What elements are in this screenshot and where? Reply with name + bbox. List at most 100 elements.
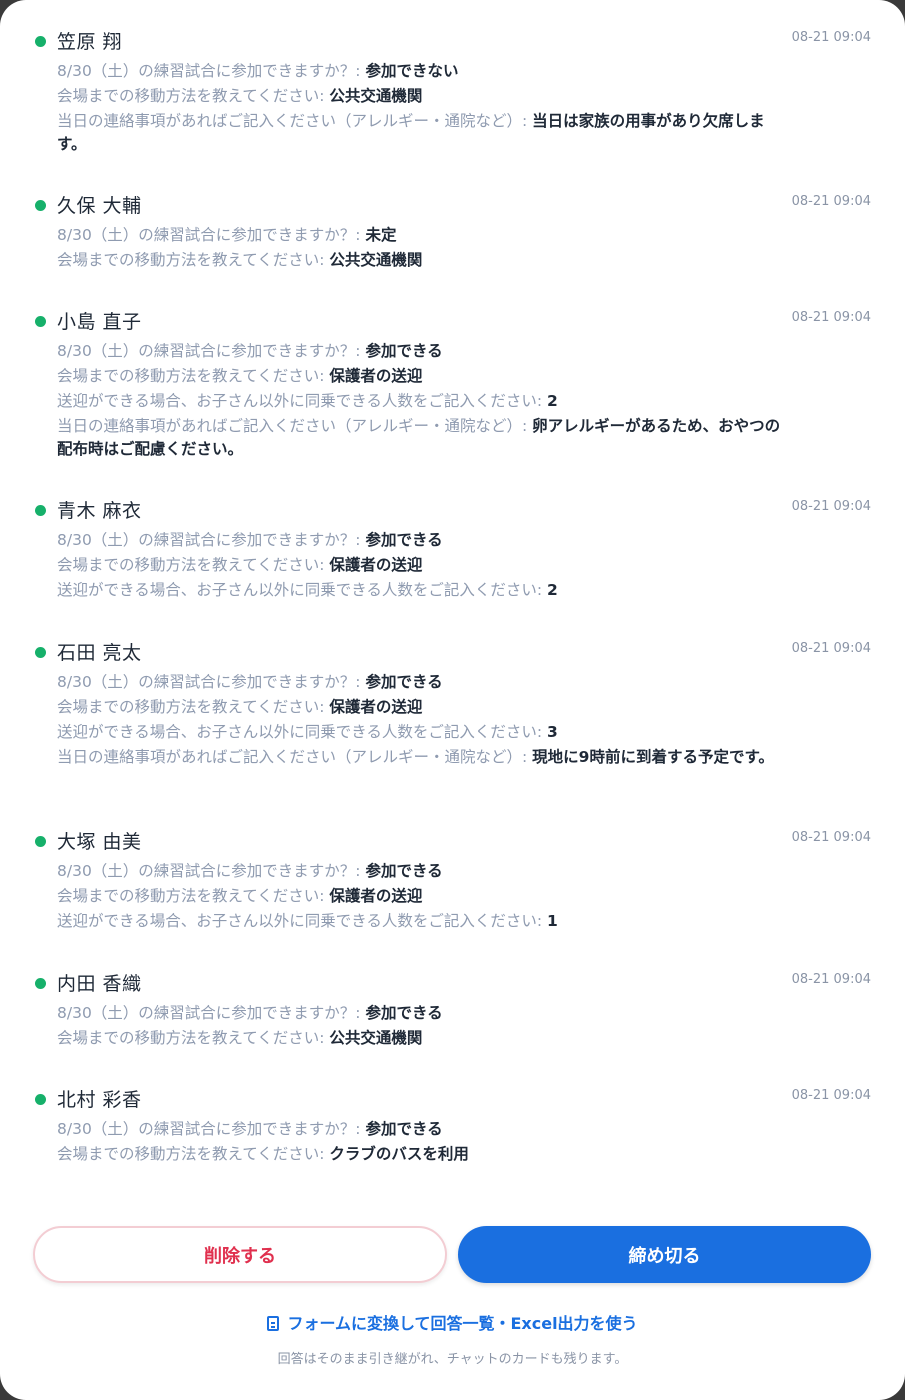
answer-line: 8/30（土）の練習試合に参加できますか？: 参加できる [57,860,782,883]
question-text: 8/30（土）の練習試合に参加できますか？: [57,1004,361,1022]
status-dot-icon [35,36,46,47]
respondent-name: 小島 直子 [57,311,142,333]
answer-line: 8/30（土）の練習試合に参加できますか？: 参加できない [57,60,782,83]
question-text: 8/30（土）の練習試合に参加できますか？: [57,342,361,360]
respondent-name: 内田 香織 [57,973,142,995]
answer-text: 参加できない [365,62,459,80]
response-sheet: 笠原 翔 08-21 09:04 8/30（土）の練習試合に参加できますか？: … [0,0,905,1400]
answer-text: 保護者の送迎 [329,887,423,905]
response-header: 青木 麻衣 08-21 09:04 [0,499,905,527]
answer-text: 公共交通機関 [329,1029,423,1047]
status-dot-icon [35,978,46,989]
answer-line: 会場までの移動方法を教えてください: 公共交通機関 [57,249,782,272]
response-item[interactable]: 小島 直子 08-21 09:04 8/30（土）の練習試合に参加できますか？:… [0,310,905,463]
question-text: 8/30（土）の練習試合に参加できますか？: [57,531,361,549]
answer-line: 当日の連絡事項があればご記入ください（アレルギー・通院など）: 現地に9時前に到… [57,746,782,769]
response-time: 08-21 09:04 [791,972,871,987]
response-item[interactable]: 石田 亮太 08-21 09:04 8/30（土）の練習試合に参加できますか？:… [0,641,905,771]
answer-line: 会場までの移動方法を教えてください: クラブのバスを利用 [57,1143,782,1166]
response-header: 笠原 翔 08-21 09:04 [0,30,905,58]
answer-text: 参加できる [365,1004,443,1022]
answer-line: 当日の連絡事項があればご記入ください（アレルギー・通院など）: 当日は家族の用事… [57,110,782,156]
answer-line: 送迎ができる場合、お子さん以外に同乗できる人数をご記入ください: 1 [57,910,782,933]
answer-line: 8/30（土）の練習試合に参加できますか？: 参加できる [57,1118,782,1141]
status-dot-icon [35,505,46,516]
response-item[interactable]: 青木 麻衣 08-21 09:04 8/30（土）の練習試合に参加できますか？:… [0,499,905,604]
question-text: 8/30（土）の練習試合に参加できますか？: [57,62,361,80]
response-header: 小島 直子 08-21 09:04 [0,310,905,338]
response-time: 08-21 09:04 [791,641,871,656]
answer-line: 8/30（土）の練習試合に参加できますか？: 参加できる [57,671,782,694]
response-time: 08-21 09:04 [791,830,871,845]
response-header: 北村 彩香 08-21 09:04 [0,1088,905,1116]
answer-text: 1 [547,912,558,930]
question-text: 会場までの移動方法を教えてください: [57,556,325,574]
answer-text: 公共交通機関 [329,251,423,269]
response-time: 08-21 09:04 [791,194,871,209]
answer-line: 当日の連絡事項があればご記入ください（アレルギー・通院など）: 卵アレルギーがあ… [57,415,782,461]
response-item[interactable]: 北村 彩香 08-21 09:04 8/30（土）の練習試合に参加できますか？:… [0,1088,905,1168]
answer-line: 会場までの移動方法を教えてください: 公共交通機関 [57,85,782,108]
answer-text: 2 [547,581,558,599]
question-text: 会場までの移動方法を教えてください: [57,251,325,269]
answer-line: 会場までの移動方法を教えてください: 保護者の送迎 [57,554,782,577]
respondent-name: 青木 麻衣 [57,500,142,522]
answer-line: 8/30（土）の練習試合に参加できますか？: 参加できる [57,1002,782,1025]
answer-line: 送迎ができる場合、お子さん以外に同乗できる人数をご記入ください: 2 [57,390,782,413]
question-text: 当日の連絡事項があればご記入ください（アレルギー・通院など）: [57,112,528,130]
question-text: 送迎ができる場合、お子さん以外に同乗できる人数をご記入ください: [57,392,543,410]
question-text: 8/30（土）の練習試合に参加できますか？: [57,673,361,691]
respondent-name: 石田 亮太 [57,642,142,664]
response-item[interactable]: 久保 大輔 08-21 09:04 8/30（土）の練習試合に参加できますか？:… [0,194,905,274]
answer-text: 保護者の送迎 [329,698,423,716]
respondent-name: 北村 彩香 [57,1089,142,1111]
question-text: 8/30（土）の練習試合に参加できますか？: [57,226,361,244]
answer-text: 公共交通機関 [329,87,423,105]
status-dot-icon [35,647,46,658]
status-dot-icon [35,316,46,327]
answer-text: 3 [547,723,558,741]
response-item[interactable]: 内田 香織 08-21 09:04 8/30（土）の練習試合に参加できますか？:… [0,972,905,1052]
answer-text: クラブのバスを利用 [329,1145,469,1163]
status-dot-icon [35,1094,46,1105]
convert-to-form-link[interactable]: フォームに変換して回答一覧・Excel出力を使う [0,1310,905,1334]
response-header: 大塚 由美 08-21 09:04 [0,830,905,858]
answer-line: 会場までの移動方法を教えてください: 保護者の送迎 [57,365,782,388]
answer-text: 2 [547,392,558,410]
delete-button[interactable]: 削除する [33,1226,447,1283]
response-time: 08-21 09:04 [791,499,871,514]
action-buttons: 削除する 締め切る [33,1226,871,1283]
answer-text: 参加できる [365,862,443,880]
footer-note: 回答はそのまま引き継がれ、チャットのカードも残ります。 [277,1352,628,1367]
question-text: 会場までの移動方法を教えてください: [57,1145,325,1163]
question-text: 当日の連絡事項があればご記入ください（アレルギー・通院など）: [57,748,528,766]
respondent-name: 久保 大輔 [57,195,142,217]
close-survey-button[interactable]: 締め切る [458,1226,871,1283]
response-header: 内田 香織 08-21 09:04 [0,972,905,1000]
answer-line: 会場までの移動方法を教えてください: 保護者の送迎 [57,885,782,908]
answer-text: 参加できる [365,531,443,549]
answer-line: 会場までの移動方法を教えてください: 公共交通機関 [57,1027,782,1050]
answer-text: 保護者の送迎 [329,556,423,574]
answer-text: 参加できる [365,1120,443,1138]
answer-text: 未定 [365,226,397,244]
response-item[interactable]: 笠原 翔 08-21 09:04 8/30（土）の練習試合に参加できますか？: … [0,30,905,158]
response-header: 久保 大輔 08-21 09:04 [0,194,905,222]
response-time: 08-21 09:04 [791,310,871,325]
question-text: 会場までの移動方法を教えてください: [57,887,325,905]
response-time: 08-21 09:04 [791,1088,871,1103]
answer-line: 8/30（土）の練習試合に参加できますか？: 未定 [57,224,782,247]
answer-text: 現地に9時前に到着する予定です。 [532,748,774,766]
answer-line: 8/30（土）の練習試合に参加できますか？: 参加できる [57,529,782,552]
question-text: 会場までの移動方法を教えてください: [57,367,325,385]
question-text: 送迎ができる場合、お子さん以外に同乗できる人数をご記入ください: [57,723,543,741]
question-text: 8/30（土）の練習試合に参加できますか？: [57,862,361,880]
response-item[interactable]: 大塚 由美 08-21 09:04 8/30（土）の練習試合に参加できますか？:… [0,830,905,935]
answer-text: 参加できる [365,342,443,360]
answer-line: 送迎ができる場合、お子さん以外に同乗できる人数をご記入ください: 3 [57,721,782,744]
question-text: 会場までの移動方法を教えてください: [57,87,325,105]
response-header: 石田 亮太 08-21 09:04 [0,641,905,669]
question-text: 送迎ができる場合、お子さん以外に同乗できる人数をご記入ください: [57,912,543,930]
question-text: 送迎ができる場合、お子さん以外に同乗できる人数をご記入ください: [57,581,543,599]
answer-text: 保護者の送迎 [329,367,423,385]
